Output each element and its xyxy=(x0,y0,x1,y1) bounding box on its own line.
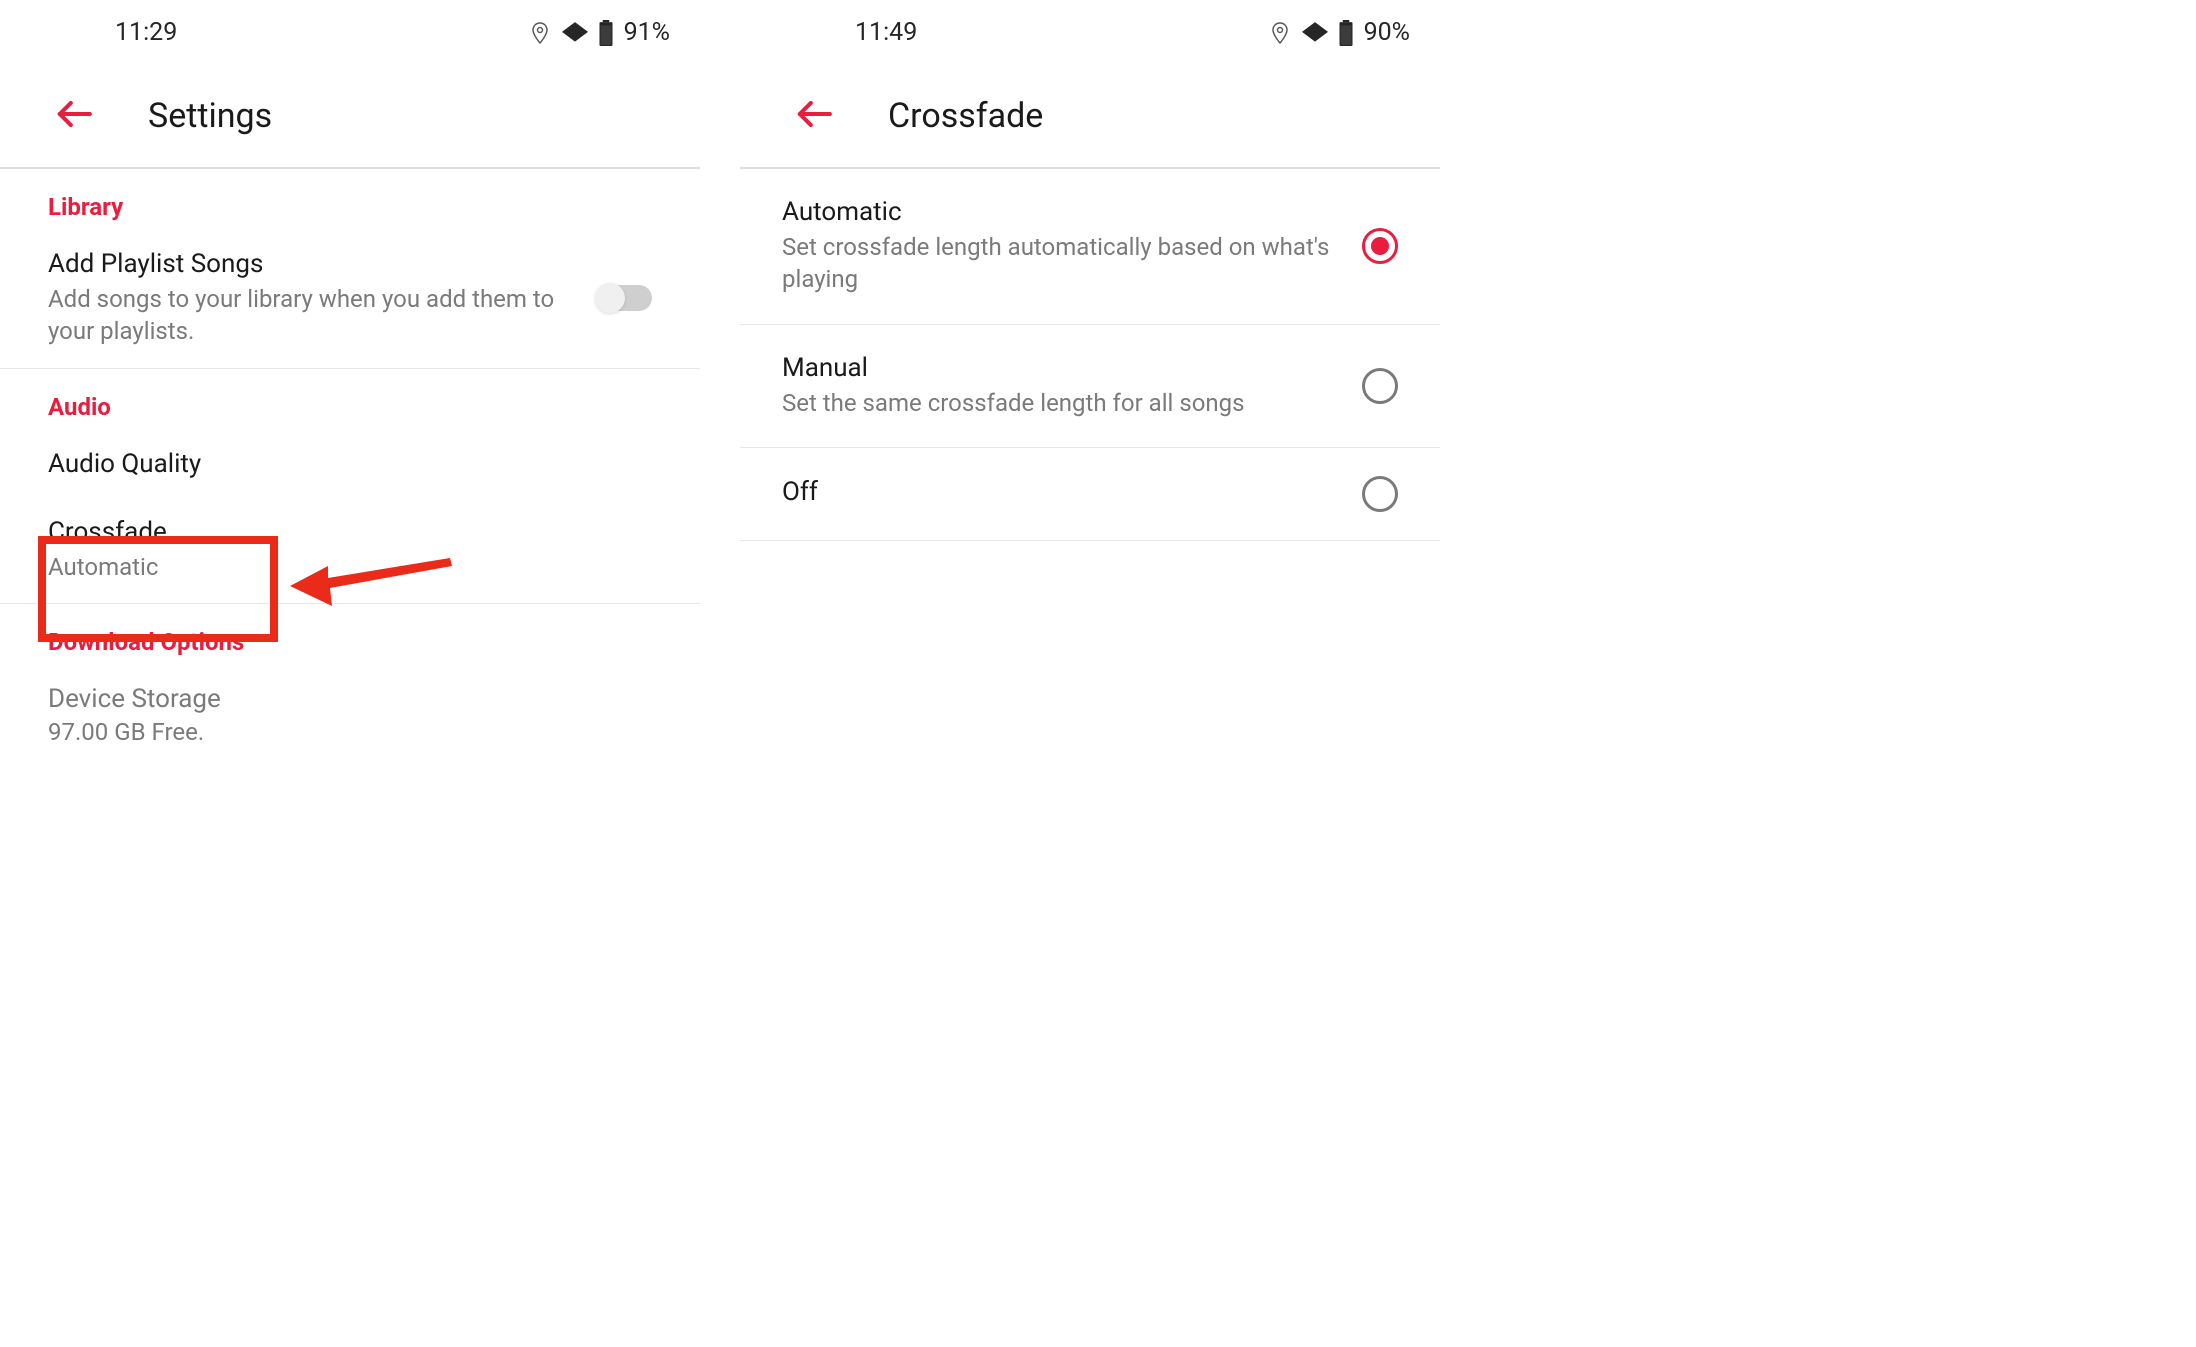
setting-audio-quality[interactable]: Audio Quality xyxy=(0,435,700,503)
settings-screen: 11:29 91% Settings Library Add Playlist … xyxy=(0,0,700,1347)
battery-percent: 90% xyxy=(1364,18,1410,47)
section-download-header: Download Options xyxy=(0,604,700,670)
radio-button-off[interactable] xyxy=(1362,476,1398,512)
radio-title: Manual xyxy=(782,353,1332,383)
crossfade-options: Automatic Set crossfade length automatic… xyxy=(740,169,1440,541)
back-arrow-icon[interactable] xyxy=(55,95,93,137)
page-title: Settings xyxy=(148,96,272,136)
status-indicators: 91% xyxy=(528,18,670,47)
add-playlist-toggle[interactable] xyxy=(596,285,652,311)
radio-subtitle: Set crossfade length automatically based… xyxy=(782,231,1332,296)
setting-text: Audio Quality xyxy=(48,449,652,483)
section-library-header: Library xyxy=(0,169,700,235)
status-time: 11:29 xyxy=(115,18,177,47)
status-time: 11:49 xyxy=(855,18,917,47)
crossfade-screen: 11:49 90% Crossfade Automatic Set crossf… xyxy=(740,0,1440,1347)
section-audio-header: Audio xyxy=(0,369,700,435)
setting-title: Audio Quality xyxy=(48,449,622,479)
radio-button-manual[interactable] xyxy=(1362,368,1398,404)
battery-icon xyxy=(1338,20,1354,46)
option-manual[interactable]: Manual Set the same crossfade length for… xyxy=(740,325,1440,448)
radio-title: Automatic xyxy=(782,197,1332,227)
radio-subtitle: Set the same crossfade length for all so… xyxy=(782,387,1332,419)
radio-dot xyxy=(1371,237,1389,255)
setting-title: Crossfade xyxy=(48,517,622,547)
location-icon xyxy=(528,20,552,46)
battery-percent: 91% xyxy=(624,18,670,47)
setting-text: Add Playlist Songs Add songs to your lib… xyxy=(48,249,596,348)
toggle-knob xyxy=(595,283,625,313)
settings-content: Library Add Playlist Songs Add songs to … xyxy=(0,169,700,766)
setting-crossfade[interactable]: Crossfade Automatic xyxy=(0,503,700,604)
radio-text: Off xyxy=(782,477,1362,511)
setting-text: Crossfade Automatic xyxy=(48,517,652,583)
setting-subtitle: Add songs to your library when you add t… xyxy=(48,283,566,348)
setting-subtitle: Automatic xyxy=(48,551,622,583)
radio-button-automatic[interactable] xyxy=(1362,228,1398,264)
radio-text: Automatic Set crossfade length automatic… xyxy=(782,197,1362,296)
app-bar: Crossfade xyxy=(740,65,1440,169)
back-arrow-icon[interactable] xyxy=(795,95,833,137)
status-bar: 11:29 91% xyxy=(0,0,700,65)
wifi-icon xyxy=(562,22,588,44)
setting-title: Add Playlist Songs xyxy=(48,249,566,279)
battery-icon xyxy=(598,20,614,46)
radio-text: Manual Set the same crossfade length for… xyxy=(782,353,1362,419)
storage-subtitle: 97.00 GB Free. xyxy=(0,718,700,766)
setting-add-playlist-songs[interactable]: Add Playlist Songs Add songs to your lib… xyxy=(0,235,700,369)
storage-title: Device Storage xyxy=(0,670,700,714)
status-indicators: 90% xyxy=(1268,18,1410,47)
wifi-icon xyxy=(1302,22,1328,44)
app-bar: Settings xyxy=(0,65,700,169)
option-automatic[interactable]: Automatic Set crossfade length automatic… xyxy=(740,169,1440,325)
radio-title: Off xyxy=(782,477,1332,507)
option-off[interactable]: Off xyxy=(740,448,1440,541)
location-icon xyxy=(1268,20,1292,46)
page-title: Crossfade xyxy=(888,96,1043,136)
status-bar: 11:49 90% xyxy=(740,0,1440,65)
